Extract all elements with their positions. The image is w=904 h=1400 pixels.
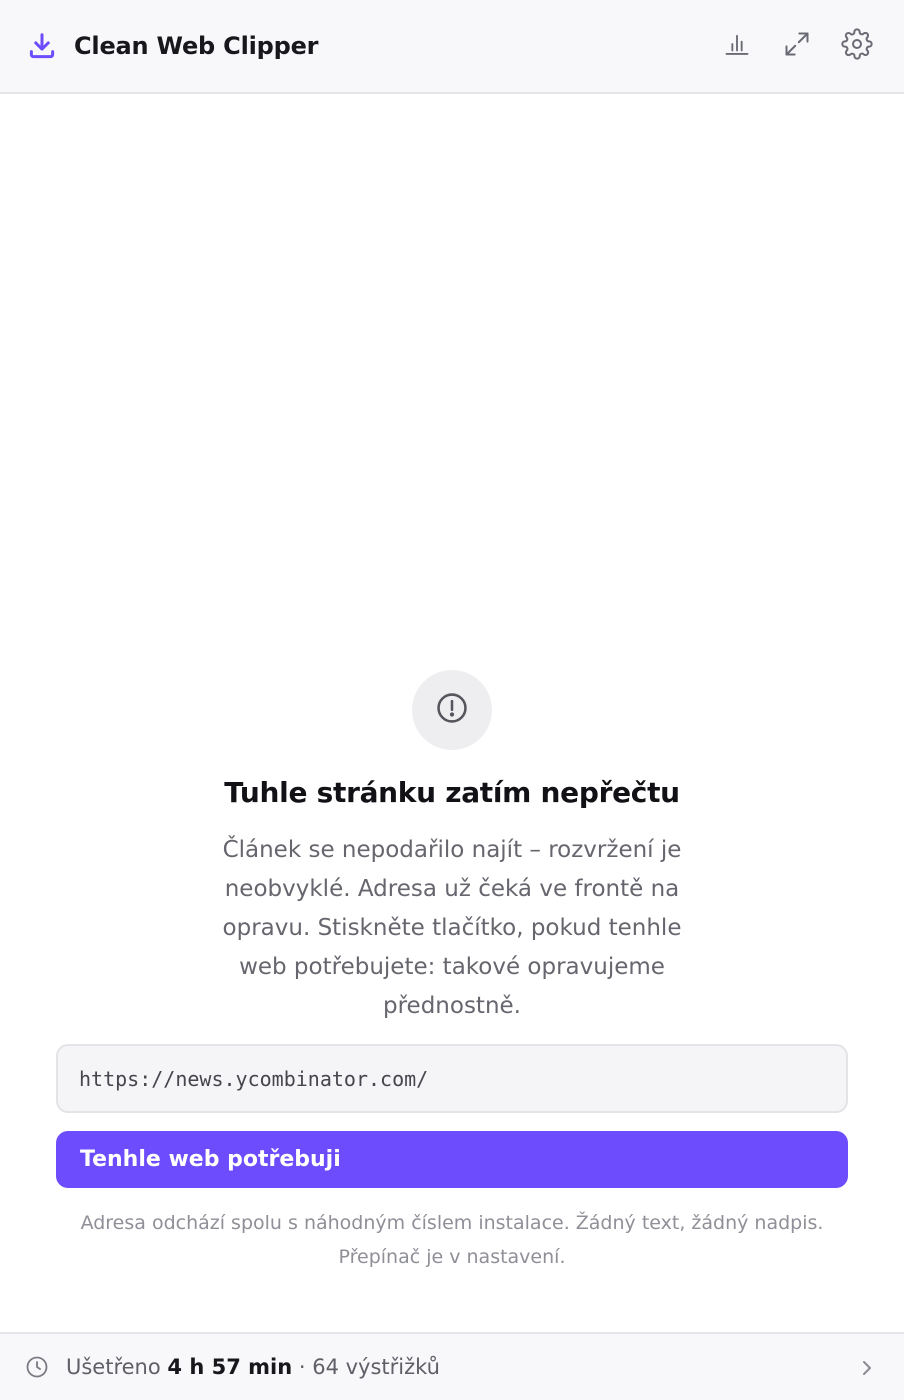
saved-time: 4 h 57 min	[167, 1355, 293, 1379]
clips-count: 64 výstřižků	[312, 1355, 440, 1379]
alert-circle-icon	[435, 691, 469, 729]
header-actions	[718, 0, 876, 92]
message-title: Tuhle stránku zatím nepřečtu	[224, 776, 680, 809]
app-title: Clean Web Clipper	[74, 32, 319, 60]
clock-icon	[25, 1355, 49, 1379]
savings-summary: Ušetřeno 4 h 57 min · 64 výstřižků	[66, 1355, 440, 1379]
bar-chart-icon	[723, 30, 751, 62]
separator: ·	[298, 1355, 306, 1379]
download-icon	[26, 30, 58, 62]
saved-label: Ušetřeno	[66, 1355, 161, 1379]
clipper-panel: Clean Web Clipper Tuhle stránku zatím ne…	[0, 0, 904, 1400]
gear-icon	[841, 28, 873, 64]
unsupported-page-message: Tuhle stránku zatím nepřečtu Článek se n…	[0, 670, 904, 1026]
expand-button[interactable]	[778, 27, 816, 65]
alert-badge	[412, 670, 492, 750]
privacy-note: Adresa odchází spolu s náhodným číslem i…	[80, 1212, 824, 1268]
header: Clean Web Clipper	[0, 0, 904, 94]
brand: Clean Web Clipper	[26, 30, 319, 62]
savings-footer[interactable]: Ušetřeno 4 h 57 min · 64 výstřižků	[0, 1332, 904, 1400]
request-site-button[interactable]: Tenhle web potřebuji	[56, 1131, 848, 1188]
expand-icon	[783, 30, 811, 62]
message-description: Článek se nepodařilo najít – rozvržení j…	[222, 837, 682, 1019]
page-url-field[interactable]: https://news.ycombinator.com/	[56, 1044, 848, 1113]
settings-button[interactable]	[838, 27, 876, 65]
stats-button[interactable]	[718, 27, 756, 65]
chevron-right-icon	[860, 1357, 874, 1379]
